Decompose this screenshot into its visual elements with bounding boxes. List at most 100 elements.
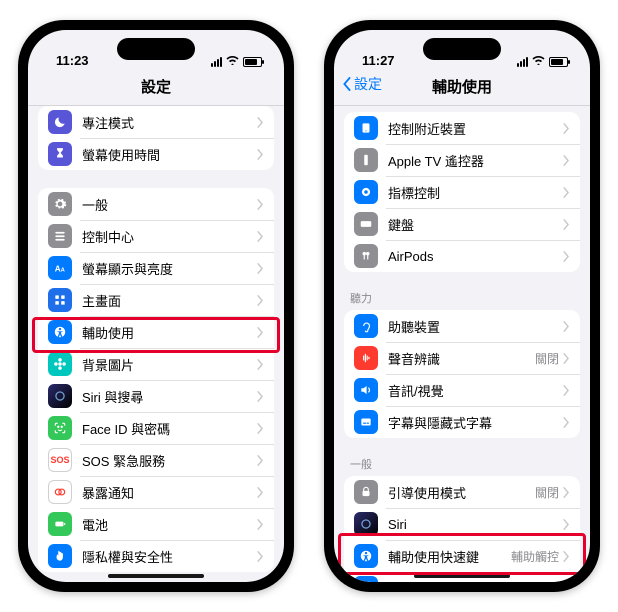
svg-text:A: A (61, 268, 66, 274)
nearby-icon (354, 116, 378, 140)
chevron-right-icon (257, 551, 264, 562)
battery-square-icon (48, 512, 72, 536)
label: 輔助使用 (82, 323, 257, 342)
cellular-icon (211, 57, 222, 67)
chevron-right-icon (563, 187, 570, 198)
hand-icon (48, 544, 72, 568)
label: 隱私權與安全性 (82, 547, 257, 566)
label: Apple TV 遙控器 (388, 151, 563, 170)
svg-text:A: A (55, 265, 61, 274)
row-focus[interactable]: 專注模式 (38, 106, 274, 138)
scroll-view[interactable]: 控制附近裝置 Apple TV 遙控器 (334, 106, 590, 582)
row-pointer[interactable]: 指標控制 (344, 176, 580, 208)
row-guided-access[interactable]: 引導使用模式 關閉 (344, 476, 580, 508)
back-label: 設定 (354, 74, 382, 94)
exposure-icon (48, 480, 72, 504)
label: 指標控制 (388, 183, 563, 202)
content-area: 控制附近裝置 Apple TV 遙控器 (334, 106, 590, 582)
row-nearby[interactable]: 控制附近裝置 (344, 112, 580, 144)
row-display[interactable]: AA 螢幕顯示與亮度 (38, 252, 274, 284)
row-accessibility[interactable]: 輔助使用 (38, 316, 274, 348)
chevron-right-icon (563, 155, 570, 166)
label: 引導使用模式 (388, 483, 535, 502)
home-indicator[interactable] (414, 574, 510, 578)
chevron-right-icon (563, 551, 570, 562)
status-indicators (517, 55, 568, 68)
chevron-right-icon (563, 385, 570, 396)
screen-right: 11:27 設定 輔助使用 (334, 30, 590, 582)
chevron-right-icon (257, 423, 264, 434)
remote-icon (354, 148, 378, 172)
row-home[interactable]: 主畫面 (38, 284, 274, 316)
row-privacy[interactable]: 隱私權與安全性 (38, 540, 274, 572)
row-shortcut[interactable]: 輔助使用快速鍵 輔助觸控 (344, 540, 580, 572)
label: 一般 (82, 195, 257, 214)
status-indicators (211, 55, 262, 68)
row-appletv[interactable]: Apple TV 遙控器 (344, 144, 580, 176)
ear-icon (354, 314, 378, 338)
speaker-icon (354, 378, 378, 402)
wifi-icon (532, 55, 545, 68)
accessibility-icon (354, 544, 378, 568)
row-keyboard[interactable]: 鍵盤 (344, 208, 580, 240)
wifi-icon (226, 55, 239, 68)
row-control-center[interactable]: 控制中心 (38, 220, 274, 252)
chevron-right-icon (563, 321, 570, 332)
row-audio-visual[interactable]: 音訊/視覺 (344, 374, 580, 406)
chevron-right-icon (563, 353, 570, 364)
detail: 輔助觸控 (511, 548, 559, 565)
content-area: 專注模式 螢幕使用時間 (28, 106, 284, 582)
siri-icon (48, 384, 72, 408)
chevron-right-icon (563, 251, 570, 262)
row-battery[interactable]: 電池 (38, 508, 274, 540)
chevron-right-icon (257, 359, 264, 370)
section-header-general: 一般 (334, 456, 590, 476)
row-captions[interactable]: 字幕與隱藏式字幕 (344, 406, 580, 438)
chevron-right-icon (257, 327, 264, 338)
navbar: 設定 輔助使用 (334, 70, 590, 106)
label: 音訊/視覺 (388, 381, 563, 400)
row-airpods[interactable]: AirPods (344, 240, 580, 272)
row-siri[interactable]: Siri (344, 508, 580, 540)
row-exposure[interactable]: 暴露通知 (38, 476, 274, 508)
row-sos[interactable]: SOS SOS 緊急服務 (38, 444, 274, 476)
label: 主畫面 (82, 291, 257, 310)
gear-icon (48, 192, 72, 216)
lock-icon (354, 480, 378, 504)
chevron-right-icon (563, 123, 570, 134)
label: 鍵盤 (388, 215, 563, 234)
app-icon (354, 576, 378, 582)
scroll-view[interactable]: 專注模式 螢幕使用時間 (28, 106, 284, 582)
moon-icon (48, 110, 72, 134)
clock: 11:23 (56, 53, 89, 68)
sos-icon: SOS (48, 448, 72, 472)
row-faceid[interactable]: Face ID 與密碼 (38, 412, 274, 444)
row-siri[interactable]: Siri 與搜尋 (38, 380, 274, 412)
row-wallpaper[interactable]: 背景圖片 (38, 348, 274, 380)
battery-icon (243, 57, 262, 67)
label: AirPods (388, 249, 563, 264)
airpods-icon (354, 244, 378, 268)
chevron-right-icon (257, 455, 264, 466)
back-button[interactable]: 設定 (342, 74, 382, 94)
label: Siri 與搜尋 (82, 387, 257, 406)
text-size-icon: AA (48, 256, 72, 280)
row-sound-recognition[interactable]: 聲音辨識 關閉 (344, 342, 580, 374)
keyboard-icon (354, 212, 378, 236)
page-title: 設定 (38, 76, 274, 97)
label: 專注模式 (82, 113, 257, 132)
row-hearing[interactable]: 助聽裝置 (344, 310, 580, 342)
chevron-right-icon (257, 231, 264, 242)
row-general[interactable]: 一般 (38, 188, 274, 220)
sliders-icon (48, 224, 72, 248)
chevron-right-icon (563, 417, 570, 428)
dynamic-island (423, 38, 501, 60)
row-screentime[interactable]: 螢幕使用時間 (38, 138, 274, 170)
label: 字幕與隱藏式字幕 (388, 413, 563, 432)
home-indicator[interactable] (108, 574, 204, 578)
clock: 11:27 (362, 53, 395, 68)
chevron-right-icon (257, 391, 264, 402)
chevron-right-icon (563, 519, 570, 530)
label: Siri (388, 517, 563, 532)
label: 控制附近裝置 (388, 119, 563, 138)
